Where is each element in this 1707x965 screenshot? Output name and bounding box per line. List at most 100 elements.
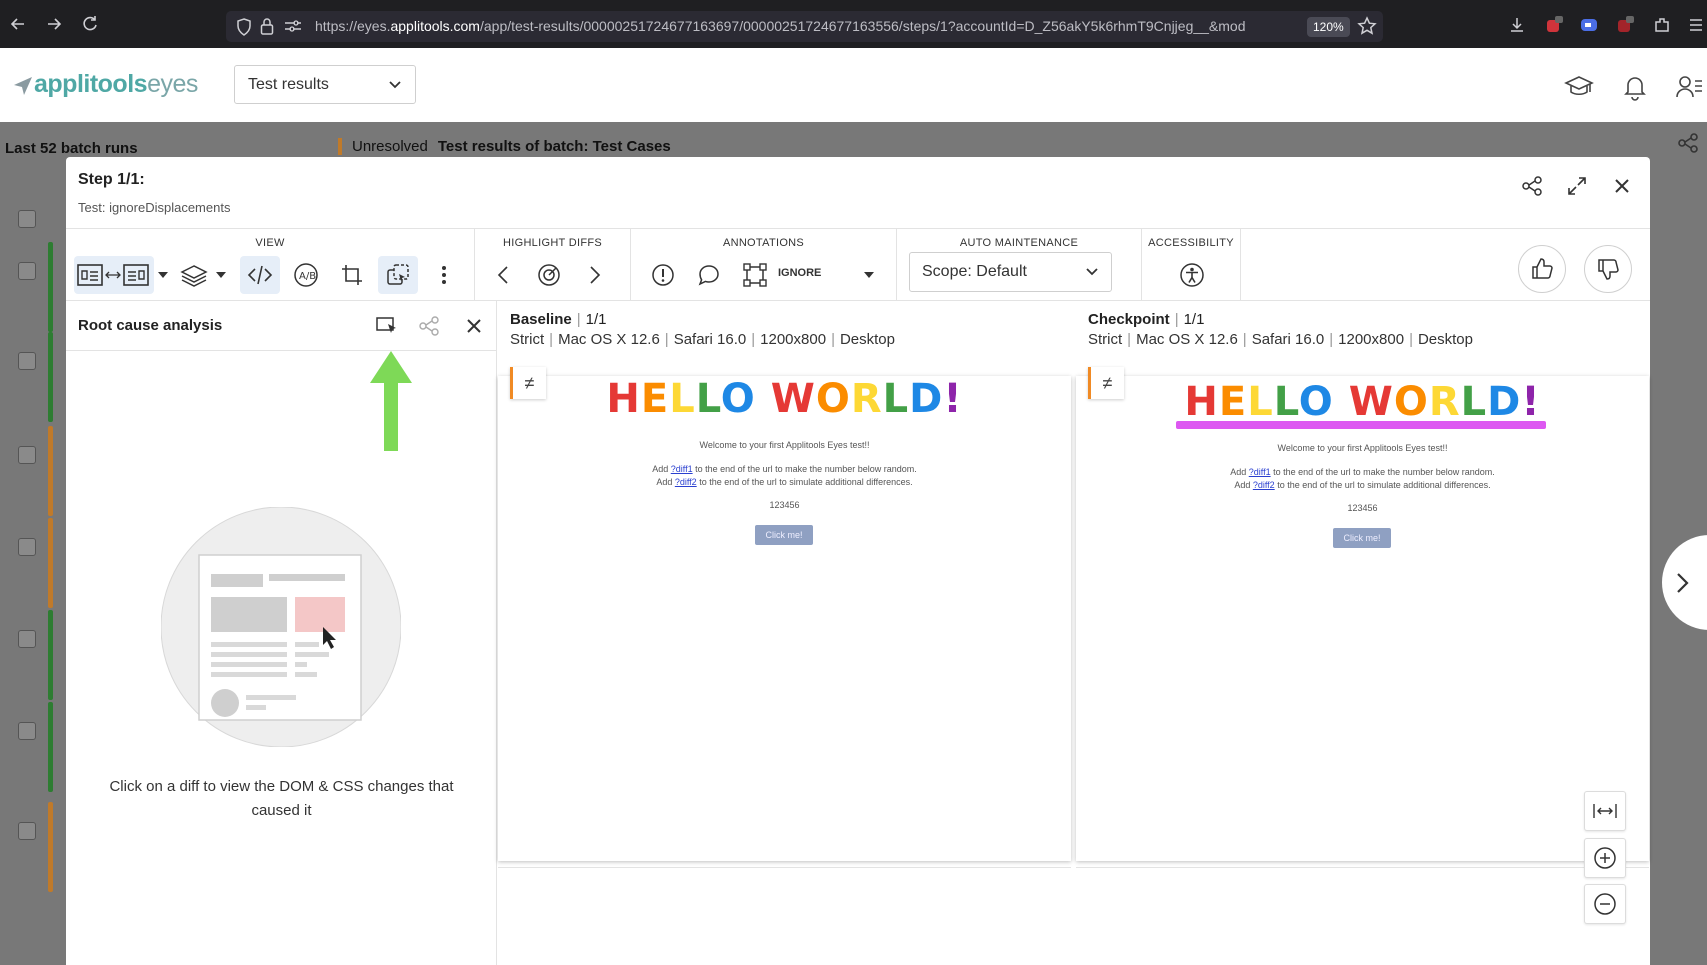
close-icon[interactable] [1611,175,1633,197]
layers-button[interactable] [176,256,212,294]
status-bar [48,426,53,516]
permissions-icon[interactable] [284,19,302,33]
accessibility-button[interactable] [1172,256,1212,294]
user-account-icon[interactable] [1675,73,1703,101]
status-bar [48,802,53,892]
row-checkbox[interactable] [18,210,36,228]
expand-icon[interactable] [1566,175,1588,197]
baseline-header: Baseline | 1/1 Strict | Mac OS X 12.6 | Safari… [498,301,1071,376]
applitools-logo[interactable]: applitoolseyes [12,70,198,99]
annotations-group: ANNOTATIONS IGNORE [631,229,897,301]
side-by-side-view-button[interactable] [74,256,154,294]
auto-maintenance-label: AUTO MAINTENANCE [959,237,1079,249]
batch-run-row[interactable] [18,242,60,332]
previous-diff-button[interactable] [483,256,523,294]
auto-maintenance-group: AUTO MAINTENANCE Scope: Default [897,229,1142,301]
diff-link[interactable]: ?diff1 [671,464,693,474]
lock-icon[interactable] [260,17,274,35]
batch-run-row[interactable] [18,426,60,516]
notifications-bell-icon[interactable] [1621,73,1649,101]
scope-select-value: Scope: Default [922,263,1027,280]
row-checkbox[interactable] [18,722,36,740]
accept-thumbs-up-button[interactable] [1518,245,1566,293]
chevron-down-icon [1086,268,1098,276]
step-title: Step 1/1: [78,171,145,188]
status-bar [48,610,53,700]
batch-run-row[interactable] [18,802,60,892]
layers-dropdown[interactable] [212,256,230,294]
share-icon[interactable] [1521,175,1543,197]
extensions-puzzle-icon[interactable] [1653,16,1671,34]
download-icon[interactable] [1508,16,1526,34]
caret-down-icon [864,272,874,278]
root-cause-analysis-button[interactable] [378,256,418,294]
fit-width-button[interactable] [1584,791,1626,831]
close-icon[interactable] [463,315,485,337]
instruction-line-2: Add ?diff2 to the end of the url to simu… [1234,480,1491,490]
row-checkbox[interactable] [18,352,36,370]
row-checkbox[interactable] [18,262,36,280]
menu-icon[interactable] [1688,16,1706,34]
section-select[interactable]: Test results [234,65,416,104]
zoom-out-button[interactable] [1584,884,1626,924]
learning-hat-icon[interactable] [1564,73,1594,101]
batch-run-row[interactable] [18,332,60,422]
more-options-button[interactable] [424,256,464,294]
section-select-value: Test results [248,75,329,93]
chevron-down-icon [389,80,401,88]
zoom-level-badge[interactable]: 120% [1307,17,1350,37]
add-issue-button[interactable] [643,256,683,294]
extension-red-icon[interactable] [1545,16,1563,34]
baseline-meta: Strict | Mac OS X 12.6 | Safari 16.0 | 1200x80… [510,331,895,348]
reject-thumbs-down-button[interactable] [1584,245,1632,293]
shield-icon[interactable] [236,18,252,36]
forward-icon[interactable] [44,14,64,34]
add-remark-button[interactable] [689,256,729,294]
region-icon [743,263,767,287]
extension-red2-icon[interactable] [1616,16,1634,34]
row-checkbox[interactable] [18,630,36,648]
zoom-in-button[interactable] [1584,838,1626,878]
baseline-screenshot[interactable]: ≠ HELLO WORLD! Welcome to your first Appl… [498,367,1071,861]
comment-icon [698,265,719,286]
code-view-button[interactable] [240,256,280,294]
ab-compare-button[interactable]: A/B [286,256,326,294]
ignore-region-button[interactable] [735,256,775,294]
batch-run-row[interactable] [18,702,60,792]
view-mode-dropdown[interactable] [154,256,172,294]
target-icon [538,264,560,286]
diff-link[interactable]: ?diff2 [675,477,697,487]
share-icon[interactable] [418,315,440,337]
batch-run-row[interactable] [18,610,60,700]
random-number: 123456 [1347,503,1378,513]
diff-link[interactable]: ?diff2 [1253,480,1275,490]
row-checkbox[interactable] [18,538,36,556]
meta-item: Mac OS X 12.6 [1136,331,1238,348]
share-icon[interactable] [1677,132,1699,154]
batch-run-row[interactable] [18,210,60,230]
bookmark-star-icon[interactable] [1357,16,1377,36]
zoom-out-icon [1594,893,1616,915]
extension-video-icon[interactable] [1580,16,1598,34]
instruction-line-1: Add ?diff1 to the end of the url to make… [652,464,917,474]
row-checkbox[interactable] [18,446,36,464]
highlight-diffs-button[interactable] [529,256,569,294]
diff-link[interactable]: ?diff1 [1249,467,1271,477]
app-header: applitoolseyes Test results [0,48,1707,122]
annotations-label: ANNOTATIONS [722,237,805,249]
step-modal: Step 1/1: Test: ignoreDisplacements VIEW [66,157,1650,965]
address-bar[interactable]: https://eyes.applitools.com/app/test-res… [226,11,1383,42]
next-diff-button[interactable] [575,256,615,294]
select-element-icon[interactable] [376,315,398,337]
layers-icon [180,265,208,287]
batch-run-row[interactable] [18,518,60,608]
reload-icon[interactable] [80,14,100,34]
back-icon[interactable] [8,14,28,34]
row-checkbox[interactable] [18,822,36,840]
region-type-dropdown[interactable] [857,256,881,294]
crop-button[interactable] [332,256,372,294]
checkpoint-screenshot[interactable]: ≠ HELLO WORLD! Welcome to your first Appl… [1076,367,1649,861]
ignore-region-label[interactable]: IGNORE [778,267,821,279]
scope-select[interactable]: Scope: Default [909,252,1112,292]
thumbs-up-icon [1532,258,1553,279]
